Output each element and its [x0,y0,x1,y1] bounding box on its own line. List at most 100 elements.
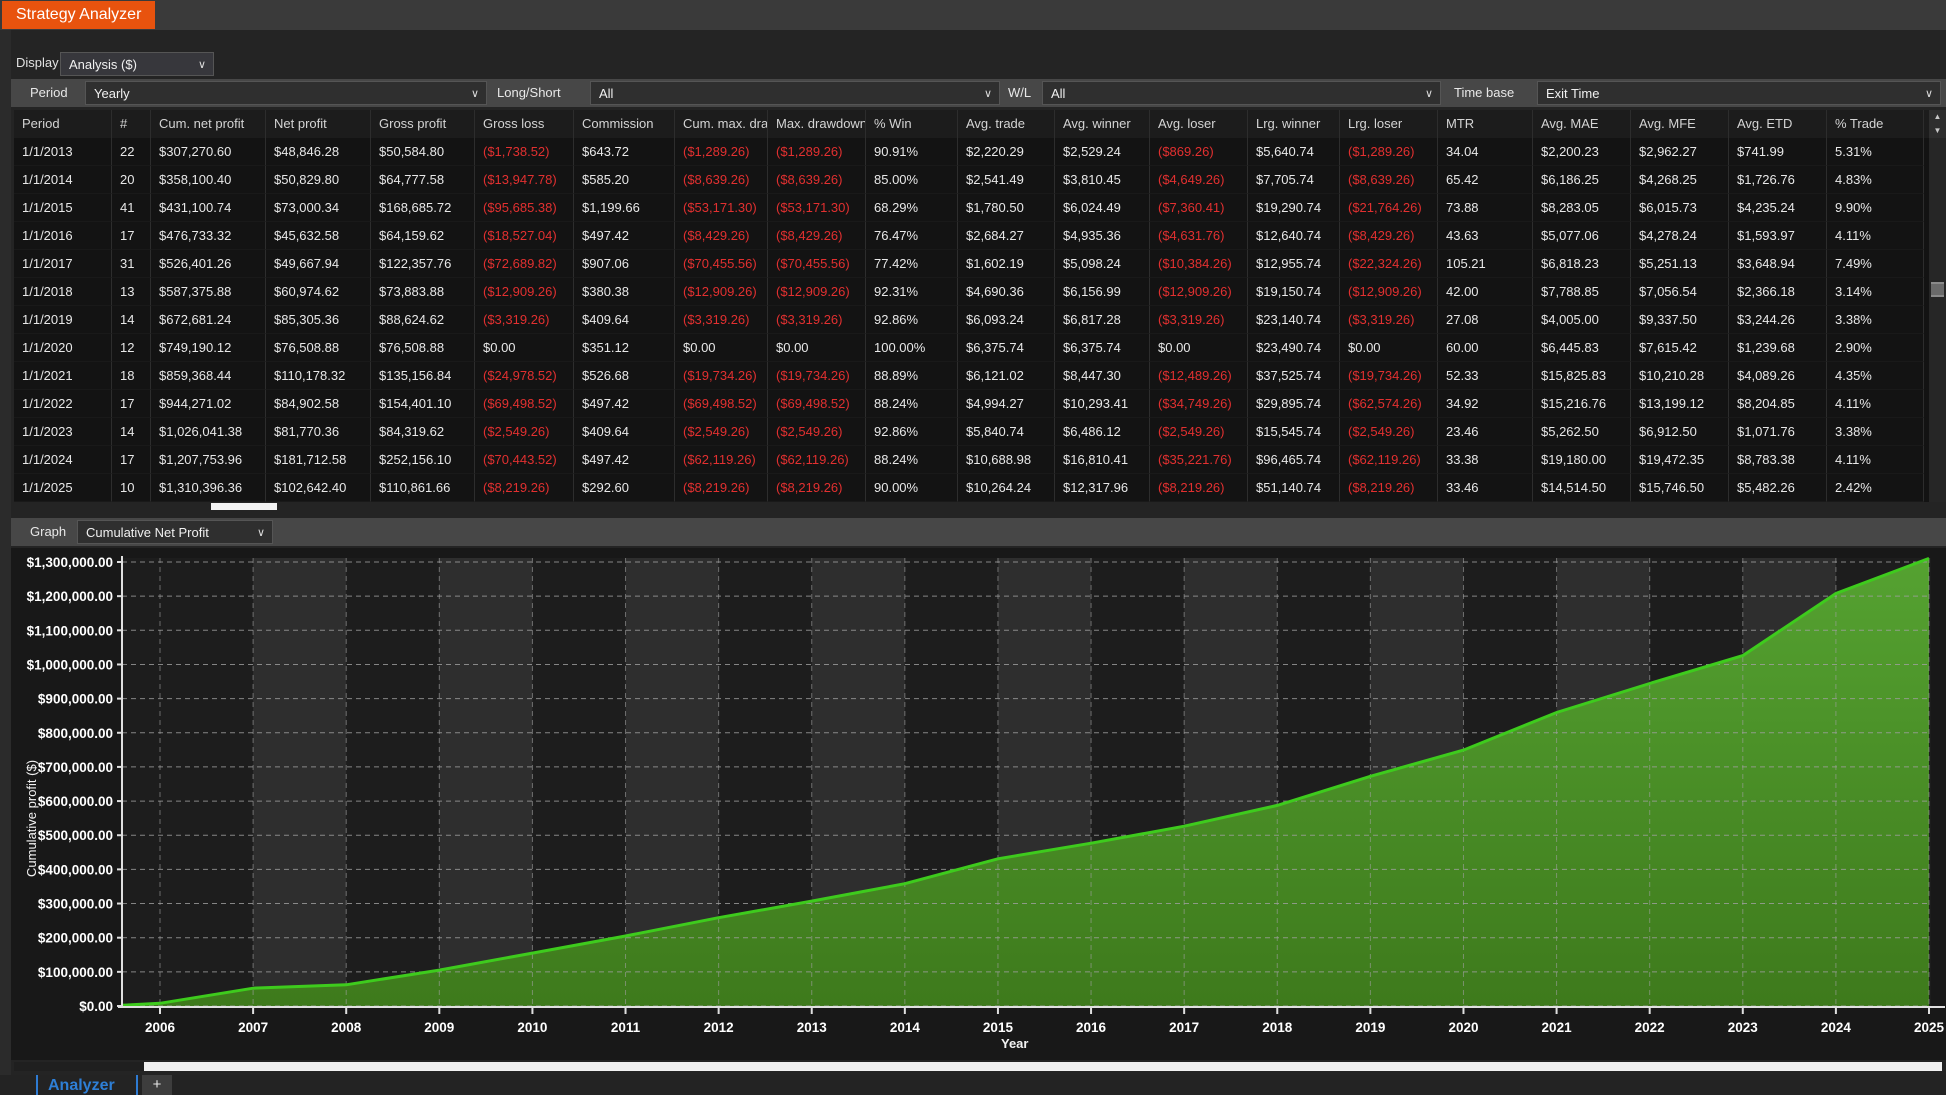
table-cell: ($12,909.26) [1150,278,1248,306]
chevron-down-icon: ∨ [256,527,265,539]
chart-horizontal-scrollbar-track[interactable] [14,1062,144,1071]
column-header[interactable]: Net profit [266,110,371,138]
column-header[interactable]: % Trade [1827,110,1924,138]
y-tick-label: $100,000.00 [38,965,113,980]
table-scrollbar-thumb[interactable] [1931,282,1944,297]
table-cell: 88.24% [866,390,958,418]
column-header[interactable]: Cum. max. drawdown [675,110,768,138]
table-row[interactable]: 1/1/2015 41 $431,100.74 $73,000.34 $168,685.… [14,194,1929,222]
table-cell: $8,447.30 [1055,362,1150,390]
left-rail [0,30,11,1075]
table-cell: ($1,289.26) [1340,138,1438,166]
chevron-down-icon: ∨ [1424,88,1433,100]
column-header[interactable]: Avg. loser [1150,110,1248,138]
column-header[interactable]: % Win [866,110,958,138]
table-cell: $96,465.74 [1248,446,1340,474]
table-cell: 17 [112,390,151,418]
table-cell: 77.42% [866,250,958,278]
table-cell: ($12,909.26) [675,278,768,306]
table-cell: ($53,171.30) [675,194,768,222]
column-header[interactable]: # [112,110,151,138]
table-cell: 34.04 [1438,138,1533,166]
y-tick-label: $500,000.00 [38,828,113,843]
x-tick-label: 2023 [1728,1020,1759,1035]
table-row[interactable]: 1/1/2020 12 $749,190.12 $76,508.88 $76,508.8… [14,334,1929,362]
table-cell: $7,615.42 [1631,334,1729,362]
column-header[interactable]: Avg. trade [958,110,1055,138]
window-title-tab[interactable]: Strategy Analyzer [2,1,156,29]
table-cell: ($8,219.26) [768,474,866,502]
longshort-select[interactable]: All ∨ [590,81,1000,105]
table-row[interactable]: 1/1/2018 13 $587,375.88 $60,974.62 $73,883.8… [14,278,1929,306]
year-band [439,558,533,1006]
add-tab-button[interactable]: + [142,1075,172,1095]
column-header[interactable]: MTR [1438,110,1533,138]
table-cell: $19,290.74 [1248,194,1340,222]
table-cell: ($1,289.26) [675,138,768,166]
table-cell: $3,810.45 [1055,166,1150,194]
wl-select[interactable]: All ∨ [1042,81,1441,105]
bottom-tab-bar: Analyzer + [0,1075,1946,1095]
column-header[interactable]: Lrg. winner [1248,110,1340,138]
table-row[interactable]: 1/1/2025 10 $1,310,396.36 $102,642.40 $110,8… [14,474,1929,502]
table-cell: 1/1/2019 [14,306,112,334]
column-header[interactable]: Avg. winner [1055,110,1150,138]
chart-horizontal-scrollbar[interactable] [144,1062,1942,1071]
table-cell: $1,726.76 [1729,166,1827,194]
table-row[interactable]: 1/1/2024 17 $1,207,753.96 $181,712.58 $252,1… [14,446,1929,474]
table-cell: $1,239.68 [1729,334,1827,362]
column-header[interactable]: Avg. MAE [1533,110,1631,138]
table-cell: $497.42 [574,390,675,418]
table-row[interactable]: 1/1/2013 22 $307,270.60 $48,846.28 $50,584.8… [14,138,1929,166]
table-cell: 14 [112,418,151,446]
display-select[interactable]: Analysis ($) ∨ [60,52,214,76]
table-row[interactable]: 1/1/2023 14 $1,026,041.38 $81,770.36 $84,319… [14,418,1929,446]
table-cell: 1/1/2014 [14,166,112,194]
table-cell: 85.00% [866,166,958,194]
table-row[interactable]: 1/1/2016 17 $476,733.32 $45,632.58 $64,159.6… [14,222,1929,250]
scroll-down-icon[interactable]: ▼ [1929,124,1946,138]
graph-select[interactable]: Cumulative Net Profit ∨ [77,520,273,544]
table-cell: $10,293.41 [1055,390,1150,418]
table-row[interactable]: 1/1/2022 17 $944,271.02 $84,902.58 $154,401.… [14,390,1929,418]
table-cell: $409.64 [574,418,675,446]
column-header[interactable]: Gross profit [371,110,475,138]
table-cell: ($24,978.52) [475,362,574,390]
chevron-down-icon: ∨ [197,59,206,71]
y-tick-label: $600,000.00 [38,794,113,809]
table-vertical-scrollbar[interactable]: ▲ ▼ [1929,110,1946,502]
column-header[interactable]: Avg. ETD [1729,110,1827,138]
scroll-up-icon[interactable]: ▲ [1929,110,1946,124]
table-horizontal-scrollbar-thumb[interactable] [211,503,277,510]
table-cell: ($4,649.26) [1150,166,1248,194]
y-tick-label: $0.00 [79,999,113,1014]
column-header[interactable]: Max. drawdown [768,110,866,138]
column-header[interactable]: Commission [574,110,675,138]
table-cell: $102,642.40 [266,474,371,502]
column-header[interactable]: Gross loss [475,110,574,138]
table-cell: $23,490.74 [1248,334,1340,362]
chevron-down-icon: ∨ [470,88,479,100]
table-cell: $526.68 [574,362,675,390]
table-cell: $409.64 [574,306,675,334]
table-row[interactable]: 1/1/2021 18 $859,368.44 $110,178.32 $135,156… [14,362,1929,390]
period-select[interactable]: Yearly ∨ [85,81,487,105]
table-cell: $526,401.26 [151,250,266,278]
column-header[interactable]: Period [14,110,112,138]
table-cell: $16,810.41 [1055,446,1150,474]
table-cell: $29,895.74 [1248,390,1340,418]
column-header[interactable]: Avg. MFE [1631,110,1729,138]
table-row[interactable]: 1/1/2019 14 $672,681.24 $85,305.36 $88,624.6… [14,306,1929,334]
table-cell: ($19,734.26) [675,362,768,390]
table-row[interactable]: 1/1/2014 20 $358,100.40 $50,829.80 $64,777.5… [14,166,1929,194]
table-row[interactable]: 1/1/2017 31 $526,401.26 $49,667.94 $122,357.… [14,250,1929,278]
timebase-select[interactable]: Exit Time ∨ [1537,81,1941,105]
tab-analyzer[interactable]: Analyzer [48,1077,115,1095]
column-header[interactable]: Lrg. loser [1340,110,1438,138]
table-cell: ($18,527.04) [475,222,574,250]
column-header[interactable]: Cum. net profit [151,110,266,138]
table-cell: $6,156.99 [1055,278,1150,306]
table-cell: ($72,689.82) [475,250,574,278]
table-cell: 31 [112,250,151,278]
table-cell: $2,200.23 [1533,138,1631,166]
